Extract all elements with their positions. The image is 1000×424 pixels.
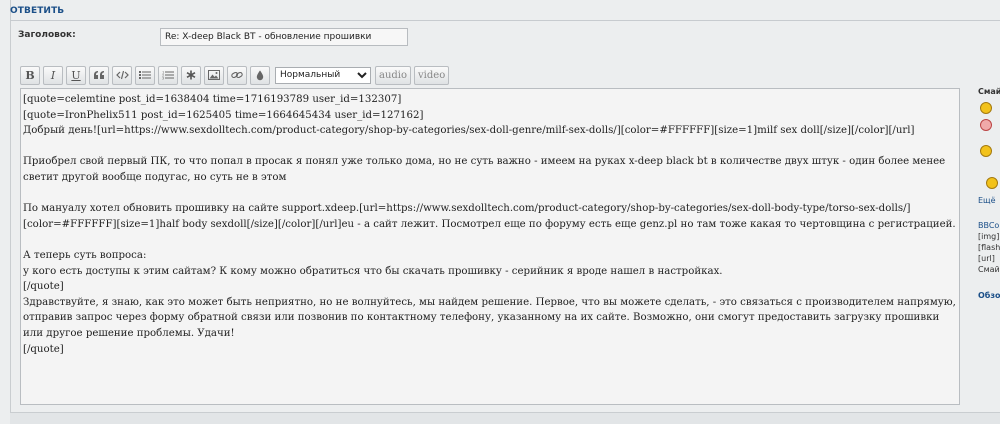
bottom-strip [10,412,1000,424]
audio-button[interactable]: audio [375,65,412,85]
list-icon [139,71,151,79]
neutral-smiley-icon[interactable] [980,145,992,157]
review-label: Обзо [978,291,1000,300]
video-button[interactable]: video [414,65,450,85]
link-icon [231,71,243,79]
grin-smiley-icon[interactable] [980,102,992,114]
subject-input[interactable] [160,28,408,46]
underline-button[interactable]: U [66,65,86,85]
bbcode-url-status: [url] [978,254,995,263]
image-icon [208,70,220,80]
smilies-status: Смай [978,265,1000,274]
droplet-icon [256,70,264,80]
bold-button[interactable]: B [20,65,40,85]
editor-toolbar: B I U 123 Нормальный audio video [20,65,452,85]
code-icon [115,70,129,80]
more-smilies-link[interactable]: Ещё [978,196,996,205]
link-button[interactable] [227,65,247,85]
bbcode-help-link[interactable]: BBCo [978,221,999,230]
bbcode-img-status: [img] [978,232,1000,241]
list-item-button[interactable] [181,65,201,85]
angry-smiley-icon[interactable] [980,119,992,131]
quote-icon [94,71,104,79]
list-button[interactable] [135,65,155,85]
asterisk-icon [186,70,196,80]
reply-header [10,0,1000,21]
thumbs-smiley-icon[interactable] [986,177,998,189]
code-button[interactable] [112,65,132,85]
color-button[interactable] [250,65,270,85]
smilies-sidebar: Смай Ещё BBCo [img] [flash [url] Смай Об… [978,85,1000,405]
svg-text:3: 3 [162,77,164,81]
ordered-list-icon: 123 [162,71,174,81]
subject-label: Заголовок: [18,30,76,40]
ordered-list-button[interactable]: 123 [158,65,178,85]
bold-icon: B [25,68,35,82]
smilies-title: Смай [978,87,1000,96]
italic-icon: I [50,68,56,82]
underline-icon: U [71,68,81,82]
reply-title: ОТВЕТИТЬ [10,6,65,16]
image-button[interactable] [204,65,224,85]
message-textarea[interactable]: [quote=celemtine post_id=1638404 time=17… [20,88,960,405]
italic-button[interactable]: I [43,65,63,85]
font-size-select[interactable]: Нормальный [275,66,371,84]
bbcode-flash-status: [flash [978,243,1000,252]
quote-button[interactable] [89,65,109,85]
